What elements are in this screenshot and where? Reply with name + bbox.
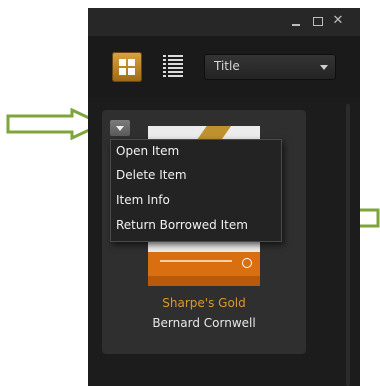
cover-fine-print [160,260,232,262]
close-icon[interactable]: ✕ [332,14,344,28]
minimize-icon[interactable] [290,14,302,28]
item-context-menu: Open Item Delete Item Item Info Return B… [110,139,282,242]
menu-item-open[interactable]: Open Item [116,140,276,162]
cover-strip [148,276,260,286]
book-title[interactable]: Sharpe's Gold [102,296,306,310]
publisher-logo [242,258,252,268]
menu-item-info[interactable]: Item Info [116,189,276,211]
chevron-down-icon [320,65,328,70]
menu-item-return-borrowed[interactable]: Return Borrowed Item [116,214,276,236]
maximize-icon[interactable] [312,14,324,28]
sort-dropdown[interactable]: Title [204,54,336,80]
chevron-down-icon [116,126,124,131]
item-options-button[interactable] [110,120,130,136]
grid-view-button[interactable] [112,52,142,82]
book-author: Bernard Cornwell [152,316,256,330]
list-view-button[interactable] [163,53,183,81]
scrollbar[interactable] [346,104,350,386]
menu-item-delete[interactable]: Delete Item [116,164,276,186]
toolbar: Title [88,36,360,98]
title-bar: ✕ [88,8,360,36]
sort-dropdown-value: Title [214,59,240,73]
